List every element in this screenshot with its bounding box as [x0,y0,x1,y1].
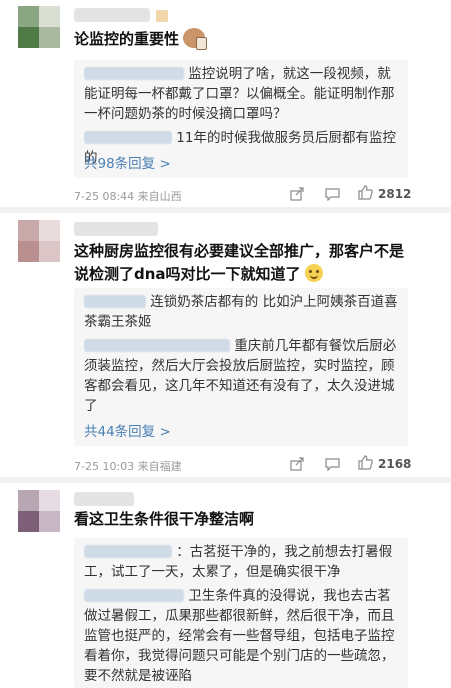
comment-content: 论监控的重要性 [74,28,414,51]
avatar[interactable] [18,220,60,262]
comment-meta: 7-25 08:44 来自山西 [74,190,182,203]
comment-content: 看这卫生条件很干净整洁啊 [74,508,414,531]
smile-emoji-icon [304,264,323,282]
reply-item[interactable]: ：古茗挺干净的，我之前想去打暑假工，试工了一天，太累了，但是确实很干净 [84,542,404,582]
user-badge-icon [156,10,168,22]
reply-item[interactable]: 卫生条件真的没得说，我也去古茗做过暑假工，瓜果那些都很新鲜，然后很干净，而且监管… [84,586,404,686]
like-icon[interactable] [358,455,373,470]
reply-item[interactable]: 连锁奶茶店都有的 比如沪上阿姨茶百道喜茶霸王茶姬 [84,292,404,332]
more-replies-link[interactable]: 共98条回复 > [84,152,171,172]
reply-box[interactable]: 监控说明了啥，就这一段视频，就能证明每一杯都戴了口罩？以偏概全。能证明制作那一杯… [74,60,408,178]
reply-box[interactable]: ：古茗挺干净的，我之前想去打暑假工，试工了一天，太累了，但是确实很干净 卫生条件… [74,538,408,688]
bear-emoji-icon [183,28,208,50]
comment-icon[interactable] [325,186,340,202]
reply-username-blurred[interactable] [84,589,184,602]
avatar[interactable] [18,490,60,532]
reply-username-blurred[interactable] [84,131,172,144]
reply-item[interactable]: 重庆前几年都有餐饮后厨必须装监控，然后大厅会投放后厨监控，实时监控，顾客都会看见… [84,336,404,416]
share-icon[interactable] [290,456,304,471]
username-blurred[interactable] [74,222,158,236]
reply-item[interactable]: 监控说明了啥，就这一段视频，就能证明每一杯都戴了口罩？以偏概全。能证明制作那一杯… [84,64,404,124]
more-replies-link[interactable]: 共44条回复 > [84,420,171,440]
divider [0,207,451,213]
reply-username-blurred[interactable] [84,295,146,308]
comment-meta: 7-25 10:03 来自福建 [74,460,182,473]
like-icon[interactable] [358,185,373,200]
reply-username-blurred[interactable] [84,67,184,80]
like-count: 2168 [378,457,412,471]
avatar[interactable] [18,6,60,48]
reply-username-blurred[interactable] [84,545,172,558]
username-blurred[interactable] [74,492,134,506]
share-icon[interactable] [290,186,304,201]
comment-icon[interactable] [325,456,340,472]
reply-username-blurred[interactable] [84,339,230,352]
comment-text: 看这卫生条件很干净整洁啊 [74,510,255,528]
username-blurred[interactable] [74,8,150,22]
comment-text: 这种厨房监控很有必要建议全部推广，那客户不是说检测了dna吗对比一下就知道了 [74,242,405,283]
comment-content: 这种厨房监控很有必要建议全部推广，那客户不是说检测了dna吗对比一下就知道了 [74,240,414,286]
like-count: 2812 [378,187,412,201]
reply-box[interactable]: 连锁奶茶店都有的 比如沪上阿姨茶百道喜茶霸王茶姬 重庆前几年都有餐饮后厨必须装监… [74,288,408,446]
divider [0,477,451,483]
comment-text: 论监控的重要性 [74,30,180,48]
